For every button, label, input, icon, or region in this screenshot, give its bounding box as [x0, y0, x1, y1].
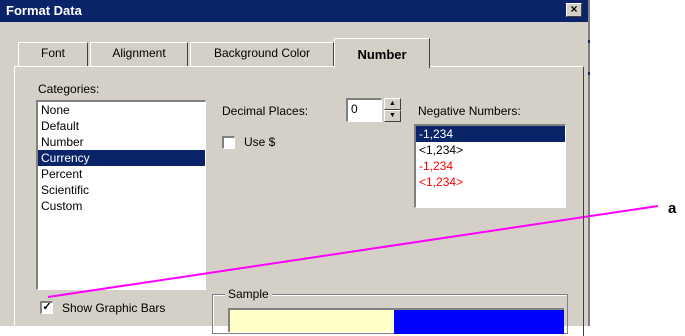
tab-number[interactable]: Number — [334, 38, 430, 68]
annotation-letter: a — [668, 200, 677, 217]
tab-label: Number — [357, 47, 407, 62]
number-tab-panel — [14, 66, 584, 336]
